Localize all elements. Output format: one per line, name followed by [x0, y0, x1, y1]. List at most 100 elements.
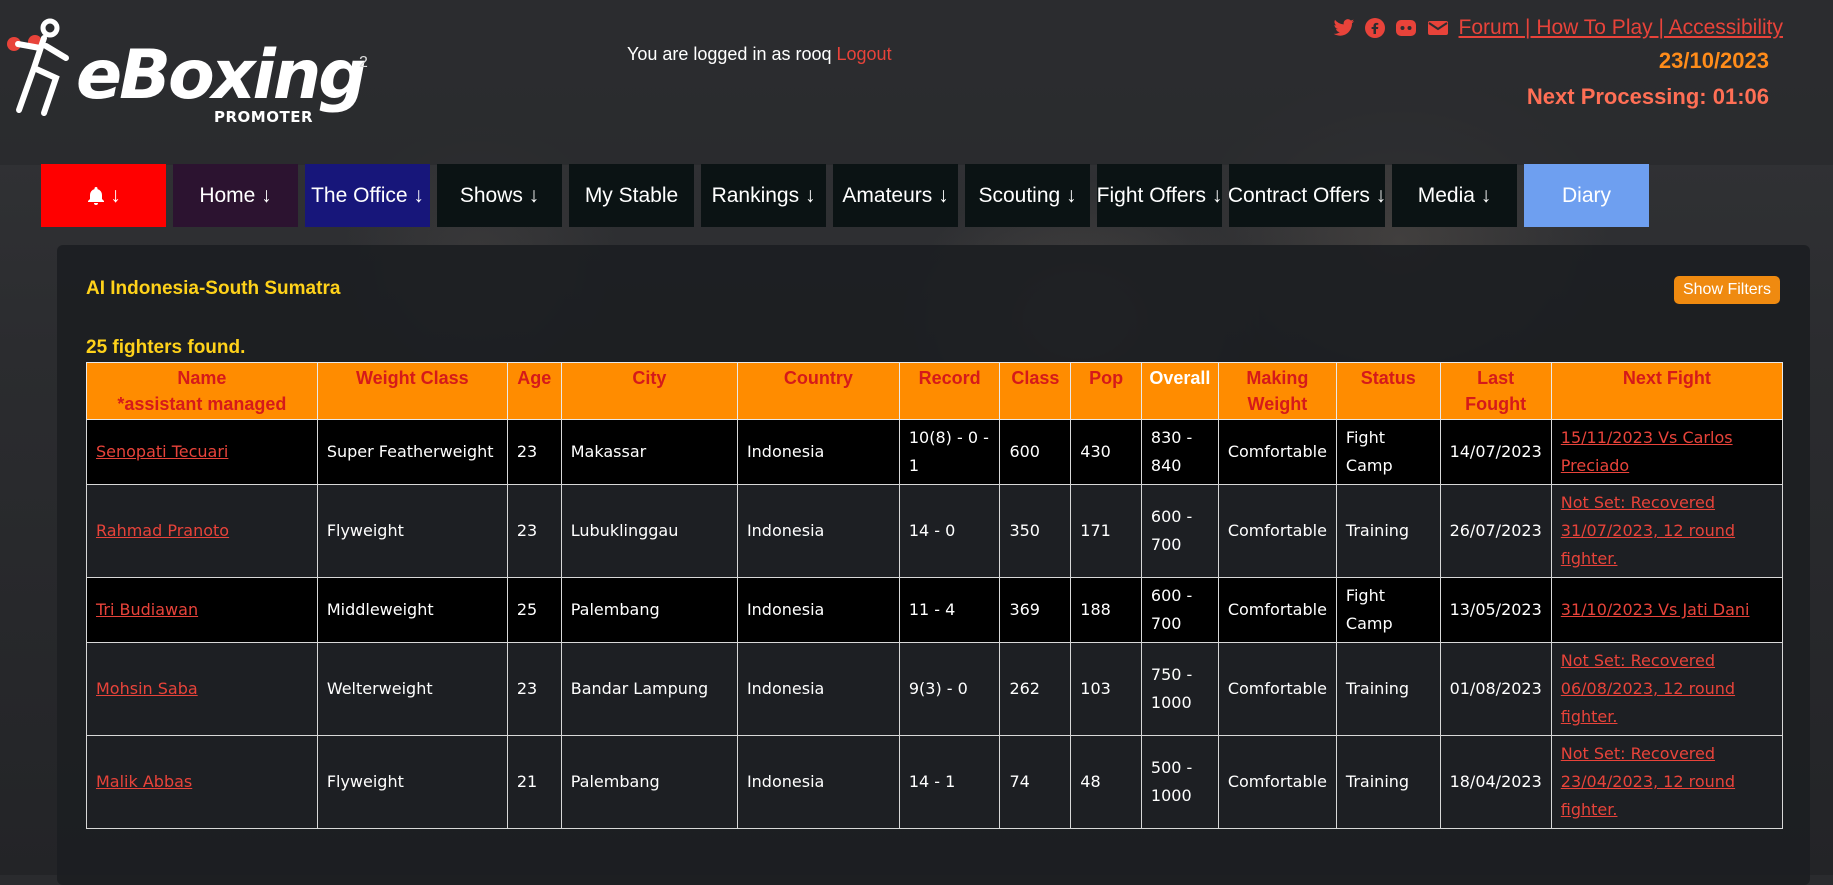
cell-country: Indonesia: [736, 419, 900, 485]
cell-last-fought: 14/07/2023: [1439, 419, 1552, 485]
col-overall[interactable]: Overall: [1140, 362, 1219, 420]
cell-pop: 48: [1070, 735, 1142, 829]
cell-name: Senopati Tecuari: [86, 419, 318, 485]
cell-next-fight: 31/10/2023 Vs Jati Dani: [1550, 577, 1784, 643]
nav-the-office[interactable]: The Office ↓: [305, 164, 430, 227]
cell-last-fought: 26/07/2023: [1439, 484, 1552, 578]
logo-wordmark: eBoxing: [76, 36, 367, 115]
table-header-row: Name *assistant managed Weight Class Age…: [86, 362, 1784, 420]
nav-diary[interactable]: Diary: [1524, 164, 1649, 227]
nav-alerts[interactable]: ↓: [41, 164, 166, 227]
col-city[interactable]: City: [560, 362, 738, 420]
col-name[interactable]: Name *assistant managed: [86, 362, 318, 420]
show-filters-button[interactable]: Show Filters: [1673, 276, 1780, 304]
results-count: 25 fighters found.: [86, 337, 246, 358]
nav-shows[interactable]: Shows ↓: [437, 164, 562, 227]
logo-version: 2: [359, 54, 368, 71]
discord-icon[interactable]: [1395, 19, 1417, 37]
fighter-link[interactable]: Rahmad Pranoto: [96, 521, 229, 540]
cell-age: 21: [506, 735, 562, 829]
cell-age: 23: [506, 419, 562, 485]
next-fight-link[interactable]: Not Set: Recovered 31/07/2023, 12 round …: [1561, 493, 1735, 568]
col-pop[interactable]: Pop: [1070, 362, 1142, 420]
cell-city: Bandar Lampung: [560, 642, 738, 736]
logo-subtitle: PROMOTER: [214, 108, 314, 126]
email-icon[interactable]: [1427, 19, 1449, 37]
next-processing: Next Processing: 01:06: [1526, 84, 1769, 109]
col-next-fight[interactable]: Next Fight: [1550, 362, 1784, 420]
cell-overall: 600 - 700: [1140, 484, 1219, 578]
fighter-link[interactable]: Mohsin Saba: [96, 679, 198, 698]
cell-age: 23: [506, 642, 562, 736]
cell-pop: 103: [1070, 642, 1142, 736]
main-nav: ↓ Home ↓ The Office ↓ Shows ↓ My Stable …: [41, 164, 1649, 227]
cell-weight-class: Super Featherweight: [316, 419, 508, 485]
logout-link[interactable]: Logout: [837, 44, 892, 64]
cell-name: Malik Abbas: [86, 735, 318, 829]
social-links: Forum | How To Play | Accessibility: [1333, 16, 1783, 40]
cell-making-weight: Comfortable: [1217, 577, 1337, 643]
nav-alerts-label: ↓: [110, 183, 121, 207]
cell-name: Rahmad Pranoto: [86, 484, 318, 578]
nav-home[interactable]: Home ↓: [173, 164, 298, 227]
fighter-link[interactable]: Malik Abbas: [96, 772, 192, 791]
col-status[interactable]: Status: [1335, 362, 1441, 420]
fighter-link[interactable]: Tri Budiawan: [96, 600, 198, 619]
nav-my-stable[interactable]: My Stable: [569, 164, 694, 227]
cell-city: Lubuklinggau: [560, 484, 738, 578]
col-record[interactable]: Record: [898, 362, 1001, 420]
panel-title: AI Indonesia-South Sumatra: [86, 278, 341, 299]
table-row: Senopati Tecuari Super Featherweight 23 …: [86, 419, 1784, 485]
col-age[interactable]: Age: [506, 362, 562, 420]
next-fight-link[interactable]: 15/11/2023 Vs Carlos Preciado: [1561, 428, 1733, 475]
cell-next-fight: Not Set: Recovered 06/08/2023, 12 round …: [1550, 642, 1784, 736]
header: eBoxing PROMOTER 2 You are logged in as …: [0, 0, 1833, 165]
table-row: Rahmad Pranoto Flyweight 23 Lubuklinggau…: [86, 484, 1784, 578]
col-country[interactable]: Country: [736, 362, 900, 420]
next-fight-link[interactable]: Not Set: Recovered 23/04/2023, 12 round …: [1561, 744, 1735, 819]
col-weight-class[interactable]: Weight Class: [316, 362, 508, 420]
cell-record: 10(8) - 0 - 1: [898, 419, 1001, 485]
col-making-weight[interactable]: Making Weight: [1217, 362, 1337, 420]
cell-age: 23: [506, 484, 562, 578]
col-class[interactable]: Class: [999, 362, 1072, 420]
fighter-link[interactable]: Senopati Tecuari: [96, 442, 228, 461]
nav-rankings[interactable]: Rankings ↓: [701, 164, 826, 227]
twitter-icon[interactable]: [1333, 18, 1355, 38]
col-last-fought[interactable]: Last Fought: [1439, 362, 1552, 420]
game-date: 23/10/2023: [1658, 48, 1769, 73]
cell-country: Indonesia: [736, 735, 900, 829]
nav-amateurs[interactable]: Amateurs ↓: [833, 164, 958, 227]
fighters-table: Name *assistant managed Weight Class Age…: [86, 362, 1784, 829]
cell-status: Fight Camp: [1335, 419, 1441, 485]
col-name-label: Name: [177, 368, 227, 388]
cell-city: Palembang: [560, 735, 738, 829]
cell-class: 262: [999, 642, 1072, 736]
cell-record: 9(3) - 0: [898, 642, 1001, 736]
cell-last-fought: 13/05/2023: [1439, 577, 1552, 643]
login-text: You are logged in as rooq: [627, 44, 832, 64]
nav-fight-offers[interactable]: Fight Offers ↓: [1097, 164, 1222, 227]
facebook-icon[interactable]: [1364, 18, 1385, 38]
cell-weight-class: Welterweight: [316, 642, 508, 736]
cell-class: 600: [999, 419, 1072, 485]
cell-country: Indonesia: [736, 577, 900, 643]
nav-scouting[interactable]: Scouting ↓: [965, 164, 1090, 227]
next-fight-link[interactable]: Not Set: Recovered 06/08/2023, 12 round …: [1561, 651, 1735, 726]
cell-city: Palembang: [560, 577, 738, 643]
next-fight-link[interactable]: 31/10/2023 Vs Jati Dani: [1561, 600, 1750, 619]
cell-pop: 430: [1070, 419, 1142, 485]
cell-country: Indonesia: [736, 484, 900, 578]
fighters-panel: AI Indonesia-South Sumatra Show Filters …: [57, 245, 1810, 885]
bell-icon: [88, 186, 105, 205]
nav-contract-offers[interactable]: Contract Offers ↓: [1228, 164, 1386, 227]
cell-last-fought: 01/08/2023: [1439, 642, 1552, 736]
cell-next-fight: Not Set: Recovered 31/07/2023, 12 round …: [1550, 484, 1784, 578]
help-links[interactable]: Forum | How To Play | Accessibility: [1459, 16, 1783, 40]
table-row: Tri Budiawan Middleweight 25 Palembang I…: [86, 577, 1784, 643]
cell-pop: 171: [1070, 484, 1142, 578]
eboxing-logo[interactable]: eBoxing PROMOTER 2: [4, 18, 374, 130]
nav-media[interactable]: Media ↓: [1392, 164, 1517, 227]
cell-weight-class: Flyweight: [316, 484, 508, 578]
cell-city: Makassar: [560, 419, 738, 485]
